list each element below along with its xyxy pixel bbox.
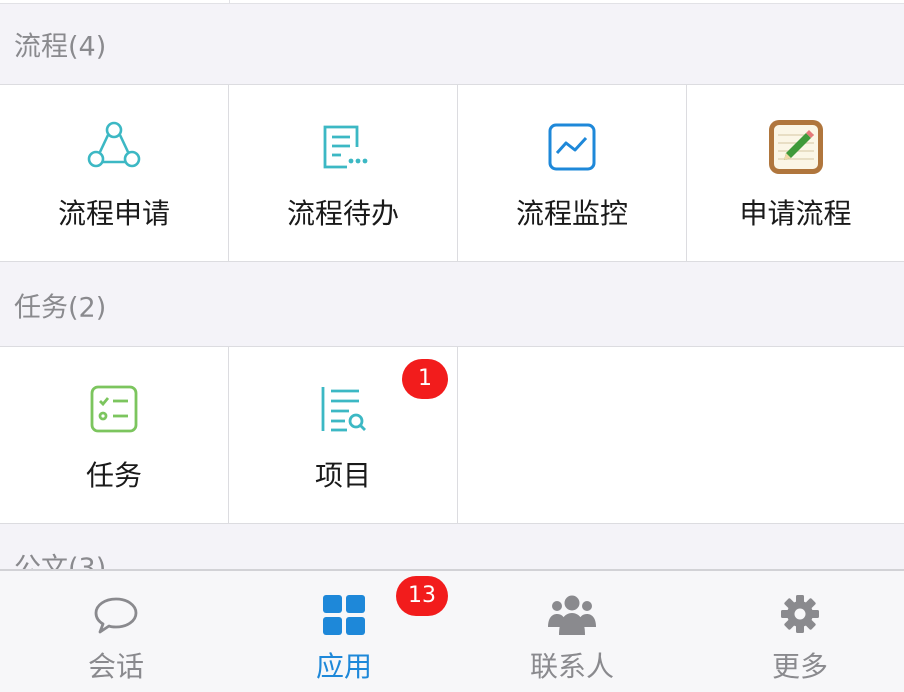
notification-badge: 13 [396, 576, 448, 616]
monitor-chart-icon [548, 123, 596, 171]
section-header-task: 任务(2) [0, 264, 904, 346]
section-title-document: 公文(3) [14, 553, 107, 569]
tab-label: 更多 [771, 650, 828, 683]
tab-apps[interactable]: 应用 13 [231, 571, 457, 692]
contacts-group-icon [548, 595, 596, 635]
section-title: 流程(4) [14, 31, 107, 63]
app-process-monitor[interactable]: 流程监控 [458, 85, 687, 262]
app-task[interactable]: 任务 [0, 347, 229, 524]
app-process-todo[interactable]: 流程待办 [229, 85, 458, 262]
app-label: 申请流程 [739, 197, 852, 230]
task-grid: 任务 项目 1 [0, 346, 904, 524]
app-label: 流程待办 [286, 197, 399, 230]
tab-label: 会话 [87, 650, 144, 683]
notepad-pencil-icon [768, 120, 823, 174]
chat-bubble-icon [94, 597, 138, 634]
app-apply-process[interactable]: 申请流程 [687, 85, 904, 262]
app-label: 流程监控 [515, 197, 628, 230]
tab-chat[interactable]: 会话 [3, 571, 229, 692]
app-label: 项目 [314, 459, 371, 492]
section-header-process: 流程(4) [0, 4, 904, 84]
process-nodes-icon [87, 121, 141, 168]
apps-grid-icon [323, 595, 365, 635]
section-title: 任务(2) [14, 292, 107, 324]
app-process-apply[interactable]: 流程申请 [0, 85, 229, 262]
tab-contacts[interactable]: 联系人 [459, 571, 685, 692]
project-search-icon [321, 387, 366, 432]
todo-document-icon [323, 125, 368, 169]
tab-more[interactable]: 更多 [687, 571, 904, 692]
app-project[interactable]: 项目 1 [229, 347, 458, 524]
tab-label: 应用 [315, 650, 372, 683]
app-label: 任务 [85, 459, 142, 492]
process-grid: 流程申请 流程待办 流程监控 申请流程 [0, 84, 904, 262]
task-checklist-icon [90, 385, 138, 433]
notification-badge: 1 [402, 359, 448, 399]
app-label: 流程申请 [57, 197, 170, 230]
bottom-tab-bar: 会话 应用 13 联系人 更多 [0, 569, 904, 692]
gear-icon [781, 595, 819, 633]
tab-label: 联系人 [529, 650, 614, 683]
